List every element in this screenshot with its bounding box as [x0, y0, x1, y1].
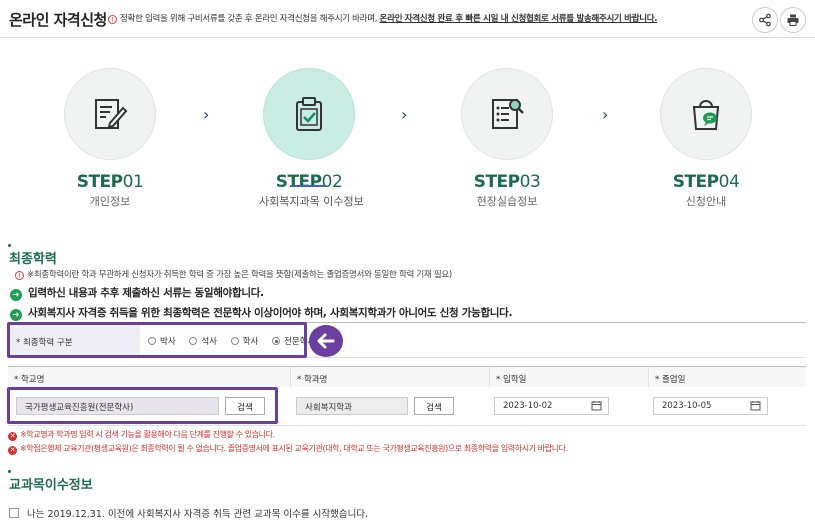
- step-number: 03: [519, 172, 541, 192]
- step-3-circle: [461, 68, 553, 160]
- heading-dot: [8, 244, 11, 247]
- step-number: 01: [122, 172, 144, 192]
- education-note: ! ※최종학력이란 학과 무관하게 신청자가 취득한 학력 중 가장 높은 학력을…: [15, 268, 452, 280]
- page-title: 온라인 자격신청: [9, 11, 107, 29]
- heading-dot: [8, 470, 11, 473]
- arrow-left-icon: [317, 333, 335, 349]
- notice-emphasis: 온라인 자격신청 완료 후 빠른 시일 내 신청협회로 서류를 발송해주시기 바…: [379, 14, 658, 24]
- share-icon: [759, 13, 771, 27]
- print-button[interactable]: [780, 7, 806, 33]
- col-header-graduation: * 졸업일: [649, 367, 806, 387]
- courses-heading: 교과목이수정보: [8, 470, 93, 493]
- step-title: 사회복지과목 이수정보: [259, 195, 364, 208]
- education-bullet-1: ➜ 입력하신 내용과 추후 제출하신 서류는 동일해야합니다.: [10, 285, 264, 301]
- step-1-circle: [64, 68, 156, 160]
- checkbox-label: 나는 2019.12.31. 이전에 사회복지사 자격증 취득 관련 교과목 이…: [27, 509, 369, 520]
- highlight-box-school: [7, 387, 278, 424]
- highlight-box-degree: [7, 322, 307, 358]
- step-4: STEP04 신청안내: [656, 68, 756, 209]
- print-icon: [787, 14, 799, 26]
- pencil-document-icon: [95, 99, 128, 129]
- bullet-text: 사회복지사 자격증 취득을 위한 최종학력은 전문학사 이상이어야 하며, 사회…: [28, 307, 513, 319]
- course-start-checkbox[interactable]: [9, 508, 19, 518]
- bullet-text: 입력하신 내용과 추후 제출하신 서류는 동일해야합니다.: [28, 287, 264, 299]
- col-header-admission: * 입학일: [490, 367, 649, 387]
- arrow-right-circle-icon: ➜: [10, 309, 22, 321]
- warning-text: ※학교명과 학과명 입력 시 검색 기능을 활용해야 다음 단계를 진행할 수 …: [20, 430, 275, 439]
- active-step-underline: [290, 185, 326, 187]
- share-button[interactable]: [752, 7, 778, 33]
- step-number: 04: [718, 172, 740, 192]
- step-2: STEP02 사회복지과목 이수정보: [259, 68, 364, 209]
- education-bullet-2: ➜ 사회복지사 자격증 취득을 위한 최종학력은 전문학사 이상이어야 하며, 사…: [10, 305, 513, 321]
- col-header-major: * 학과명: [291, 367, 490, 387]
- education-heading-text: 최종학력: [9, 252, 57, 267]
- chevron-right-icon: ›: [203, 105, 210, 124]
- step-4-circle: [660, 68, 752, 160]
- arrow-right-circle-icon: ➜: [10, 289, 22, 301]
- warning-icon: !: [15, 271, 24, 280]
- chevron-right-icon: ›: [602, 105, 609, 124]
- step-title: 신청안내: [685, 195, 727, 208]
- step-title: 개인정보: [89, 195, 131, 208]
- page-header: 온라인 자격신청 ! 정확한 입력을 위해 구비서류를 갖춘 후 온라인 자격신청…: [0, 0, 815, 38]
- course-start-checkbox-row[interactable]: 나는 2019.12.31. 이전에 사회복지사 자격증 취득 관련 교과목 이…: [9, 506, 368, 520]
- major-search-button[interactable]: 검색: [414, 397, 454, 415]
- step-label: STEP: [672, 172, 719, 192]
- notice-text: 정확한 입력을 위해 구비서류를 갖춘 후 온라인 자격신청을 해주시기 바라며…: [120, 14, 380, 24]
- step-2-circle: [263, 68, 355, 160]
- clipboard-check-icon: [296, 97, 322, 131]
- step-number: 02: [321, 172, 343, 192]
- education-heading: 최종학력: [8, 244, 57, 267]
- warning-icon: !: [108, 15, 117, 24]
- warning-note-1: ✕ ※학교명과 학과명 입력 시 검색 기능을 활용해야 다음 단계를 진행할 수…: [8, 429, 275, 441]
- graduation-date-input[interactable]: 2023-10-05: [653, 397, 768, 415]
- close-circle-icon: ✕: [8, 446, 17, 455]
- shopping-bag-icon: [692, 100, 720, 130]
- step-3: STEP03 현장실습정보: [457, 68, 557, 209]
- col-header-school: * 학교명: [8, 367, 291, 387]
- step-title: 현장실습정보: [476, 195, 538, 208]
- admission-date-input[interactable]: 2023-10-02: [494, 397, 609, 415]
- admission-date-value: 2023-10-02: [503, 401, 553, 411]
- warning-note-2: ✕ ※학점은행제 교육기관(평생교육원)은 최종학력이 될 수 없습니다. 졸업증…: [8, 443, 568, 455]
- header-notice: ! 정확한 입력을 위해 구비서류를 갖춘 후 온라인 자격신청을 해주시기 바라…: [108, 12, 658, 24]
- warning-text: ※학점은행제 교육기관(평생교육원)은 최종학력이 될 수 없습니다. 졸업증명…: [20, 444, 568, 453]
- close-circle-icon: ✕: [8, 432, 17, 441]
- chevron-right-icon: ›: [401, 105, 408, 124]
- courses-heading-text: 교과목이수정보: [9, 478, 93, 493]
- calendar-icon[interactable]: [750, 400, 761, 411]
- education-note-text: ※최종학력이란 학과 무관하게 신청자가 취득한 학력 중 가장 높은 학력을 …: [27, 270, 452, 280]
- step-1: STEP01 개인정보: [60, 68, 160, 209]
- calendar-icon[interactable]: [591, 400, 602, 411]
- graduation-date-value: 2023-10-05: [662, 401, 712, 411]
- step-label: STEP: [473, 172, 520, 192]
- major-name-input[interactable]: 사회복지학과: [296, 397, 408, 415]
- arrow-left-indicator: [309, 325, 343, 357]
- step-label: STEP: [76, 172, 123, 192]
- step-label: STEP: [275, 172, 322, 192]
- document-search-icon: [492, 99, 524, 129]
